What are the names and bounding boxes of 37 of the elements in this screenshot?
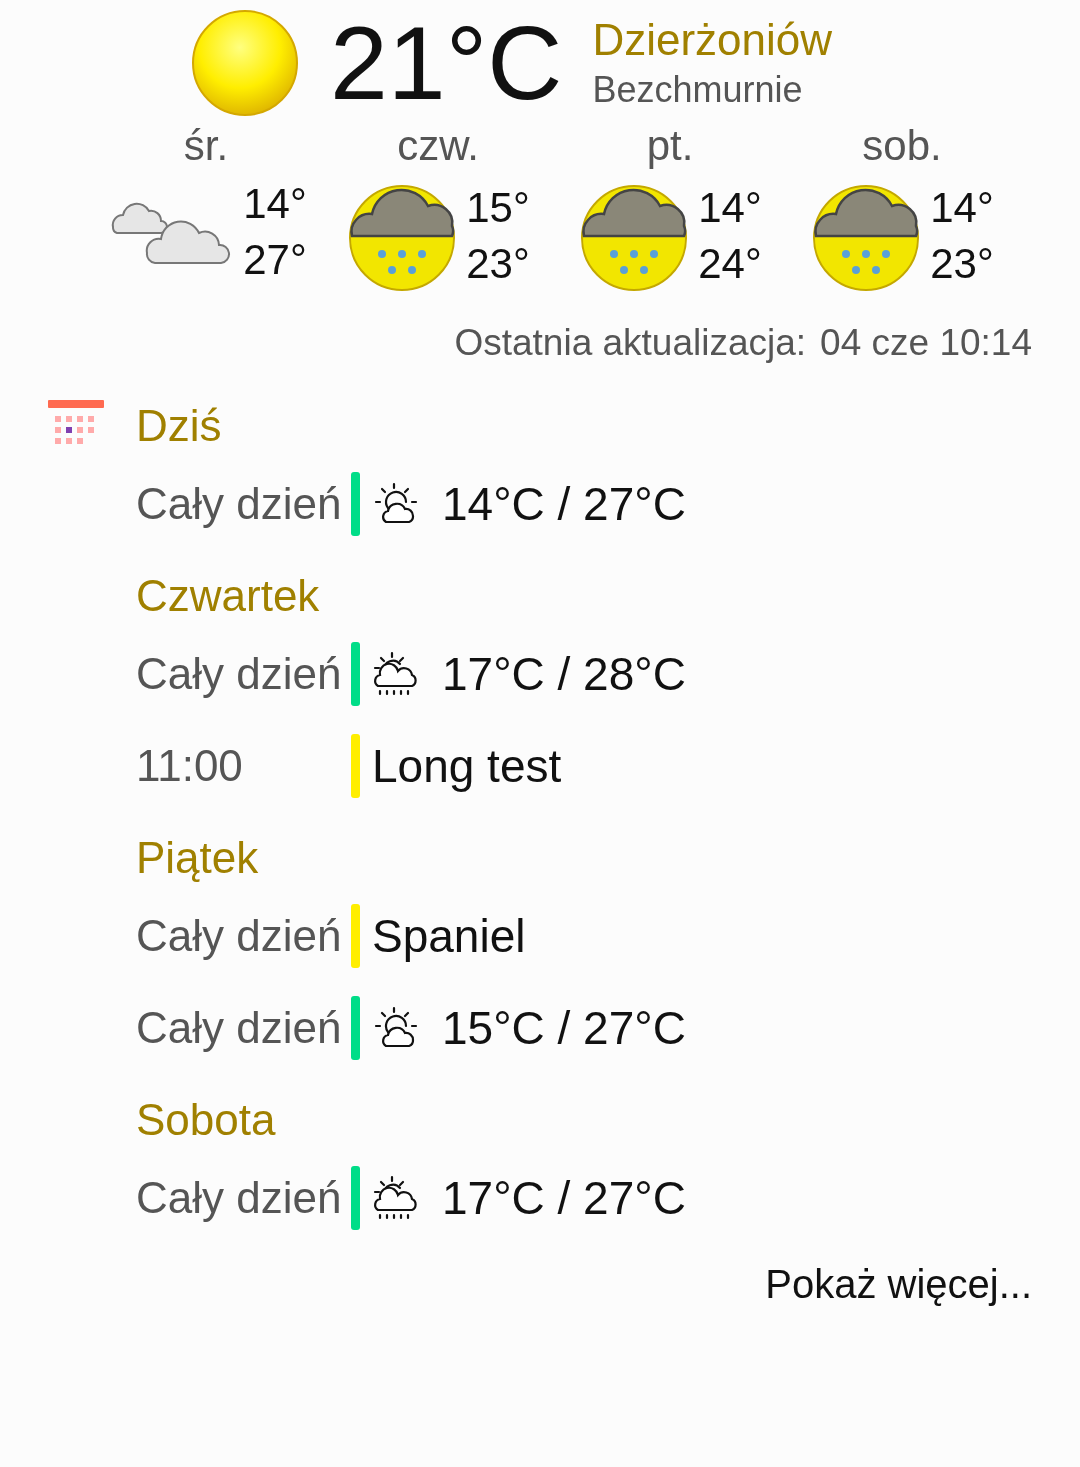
day-heading: Czwartek [136,570,321,622]
event-time: Cały dzień [136,649,343,699]
show-more-link[interactable]: Pokaż więcej... [765,1262,1032,1307]
low-temperature: 14° [698,184,762,232]
city-name: Dzierżoniów [592,15,832,65]
low-temperature: 15° [466,184,530,232]
sun-cloud-rain-icon [372,650,420,698]
update-label: Ostatnia aktualizacja: [454,322,807,364]
weather-condition: Bezchmurnie [592,69,804,111]
low-temperature: 14° [243,180,307,228]
high-temperature: 27° [243,236,307,284]
sun-icon [190,8,300,118]
event-title: Spaniel [372,909,526,963]
high-temperature: 23° [930,240,994,288]
high-temperature: 23° [466,240,530,288]
event-title: Long test [372,739,562,793]
sun-cloud-rain-icon [372,1174,420,1222]
current-temperature: 21°C [330,11,563,115]
update-time: 04 cze 10:14 [820,322,1032,364]
day-heading: Sobota [136,1094,277,1146]
event-time: 11:00 [136,741,244,791]
day-heading: Piątek [136,832,260,884]
forecast-day: czw. [397,122,479,170]
day-heading: Dziś [136,400,223,452]
event-title: 17°C / 27°C [442,1171,686,1225]
low-temperature: 14° [930,184,994,232]
event-time: Cały dzień [136,911,343,961]
forecast-day: śr. [183,122,229,170]
event-time: Cały dzień [136,1003,343,1053]
event-title: 14°C / 27°C [442,477,686,531]
event-time: Cały dzień [136,1173,343,1223]
event-time: Cały dzień [136,479,343,529]
high-temperature: 24° [698,240,762,288]
event-title: 15°C / 27°C [442,1001,686,1055]
forecast-day: sob. [862,122,942,170]
event-title: 17°C / 28°C [442,647,686,701]
forecast-day: pt. [646,122,694,170]
